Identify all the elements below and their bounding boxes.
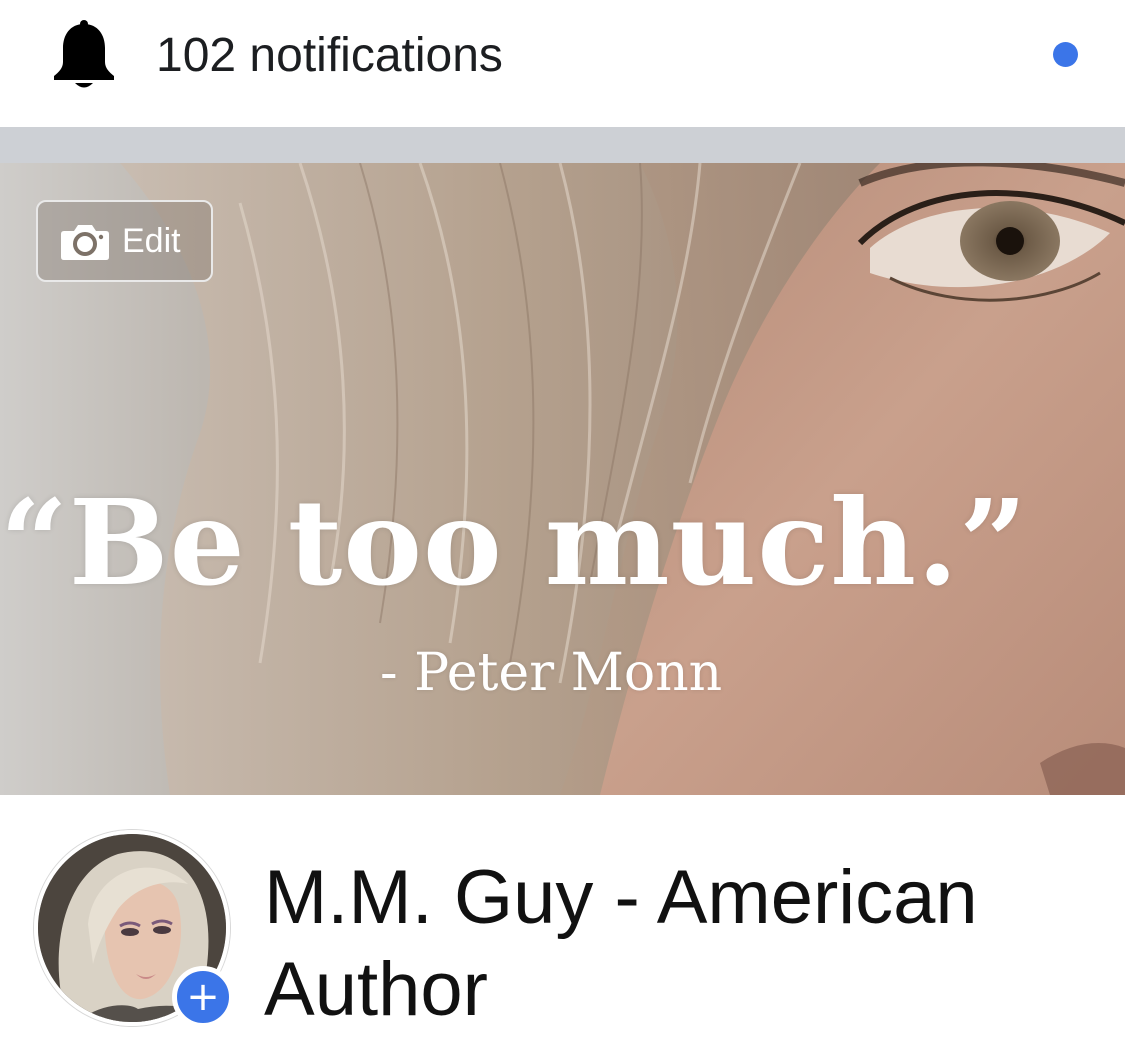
add-photo-button[interactable]: + bbox=[172, 966, 234, 1028]
edit-cover-label: Edit bbox=[122, 222, 181, 260]
camera-icon bbox=[61, 225, 109, 260]
edit-cover-button[interactable]: Edit bbox=[36, 200, 213, 282]
page-title: M.M. Guy - American Author bbox=[264, 855, 978, 1032]
profile-picture[interactable]: + bbox=[34, 830, 234, 1028]
cover-quote: “Be too much.” bbox=[0, 473, 1029, 612]
notifications-count: 102 notifications bbox=[156, 29, 503, 82]
profile-screen: 102 notifications Edit “Be too much.” - … bbox=[0, 0, 1125, 1040]
plus-icon: + bbox=[186, 974, 220, 1020]
cover-photo[interactable]: Edit “Be too much.” - Peter Monn bbox=[0, 163, 1125, 795]
unread-indicator bbox=[1053, 42, 1078, 67]
bell-icon bbox=[54, 20, 114, 88]
cover-quote-author: - Peter Monn bbox=[380, 643, 723, 703]
notifications-bar[interactable]: 102 notifications bbox=[0, 0, 1125, 127]
section-divider bbox=[0, 127, 1125, 163]
